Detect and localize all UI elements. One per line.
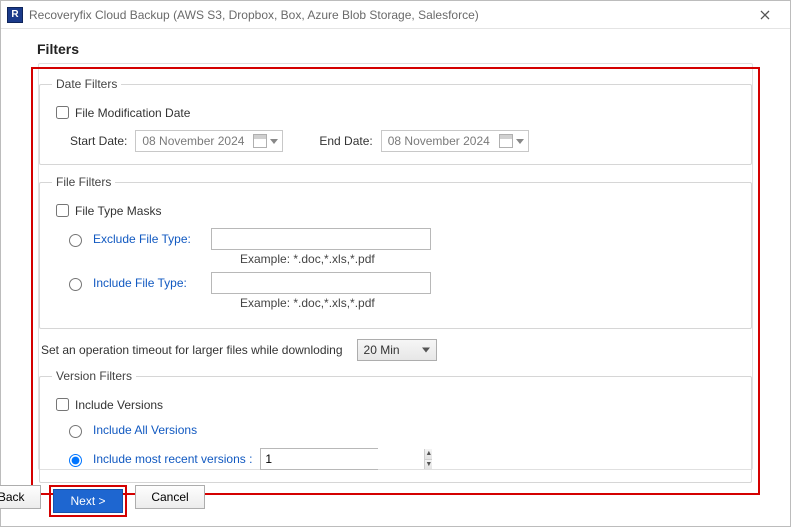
timeout-label: Set an operation timeout for larger file…: [41, 343, 343, 357]
include-file-type-radio[interactable]: [69, 278, 82, 291]
file-type-masks-checkbox[interactable]: [56, 204, 69, 217]
file-filters-group: File Filters File Type Masks Exclude Fil…: [39, 175, 752, 329]
file-modification-date-label: File Modification Date: [75, 106, 190, 120]
include-example-text: Example: *.doc,*.xls,*.pdf: [240, 296, 739, 310]
include-file-type-label: Include File Type:: [93, 276, 203, 290]
start-date-value: 08 November 2024: [142, 134, 244, 148]
titlebar: R Recoveryfix Cloud Backup (AWS S3, Drop…: [1, 1, 790, 29]
file-modification-date-checkbox[interactable]: [56, 106, 69, 119]
start-date-picker[interactable]: 08 November 2024: [135, 130, 283, 152]
page-title: Filters: [37, 41, 760, 57]
spinner-down-icon[interactable]: ▼: [425, 459, 432, 470]
start-date-label: Start Date:: [70, 134, 127, 148]
version-filters-group: Version Filters Include Versions Include…: [39, 369, 752, 483]
end-date-picker[interactable]: 08 November 2024: [381, 130, 529, 152]
app-icon: R: [7, 7, 23, 23]
calendar-icon: [499, 134, 513, 148]
timeout-select[interactable]: 20 Min: [357, 339, 437, 361]
date-filters-group: Date Filters File Modification Date Star…: [39, 77, 752, 165]
timeout-value: 20 Min: [364, 343, 400, 357]
cancel-button[interactable]: Cancel: [135, 485, 205, 509]
include-all-versions-label: Include All Versions: [93, 423, 197, 437]
chevron-down-icon: [516, 139, 524, 144]
chevron-down-icon: [270, 139, 278, 144]
include-versions-label: Include Versions: [75, 398, 163, 412]
exclude-file-type-radio[interactable]: [69, 234, 82, 247]
include-recent-versions-label: Include most recent versions :: [93, 452, 252, 466]
exclude-example-text: Example: *.doc,*.xls,*.pdf: [240, 252, 739, 266]
end-date-label: End Date:: [319, 134, 372, 148]
include-versions-checkbox[interactable]: [56, 398, 69, 411]
include-file-type-input[interactable]: [211, 272, 431, 294]
recent-versions-input[interactable]: [261, 449, 424, 469]
file-type-masks-label: File Type Masks: [75, 204, 161, 218]
close-icon: [760, 10, 770, 20]
version-filters-legend: Version Filters: [52, 369, 136, 383]
wizard-footer: < Back Next > Cancel: [0, 485, 760, 517]
back-button[interactable]: < Back: [0, 485, 41, 509]
exclude-file-type-input[interactable]: [211, 228, 431, 250]
end-date-value: 08 November 2024: [388, 134, 490, 148]
date-filters-legend: Date Filters: [52, 77, 121, 91]
window-title: Recoveryfix Cloud Backup (AWS S3, Dropbo…: [29, 8, 748, 22]
spinner-up-icon[interactable]: ▲: [425, 449, 432, 459]
close-button[interactable]: [748, 4, 782, 26]
file-filters-legend: File Filters: [52, 175, 115, 189]
include-all-versions-radio[interactable]: [69, 425, 82, 438]
exclude-file-type-label: Exclude File Type:: [93, 232, 203, 246]
recent-versions-spinner[interactable]: ▲ ▼: [260, 448, 378, 470]
include-recent-versions-radio[interactable]: [69, 454, 82, 467]
calendar-icon: [253, 134, 267, 148]
next-button[interactable]: Next >: [53, 489, 123, 513]
highlighted-region: Date Filters File Modification Date Star…: [31, 67, 760, 495]
next-button-highlight: Next >: [49, 485, 127, 517]
